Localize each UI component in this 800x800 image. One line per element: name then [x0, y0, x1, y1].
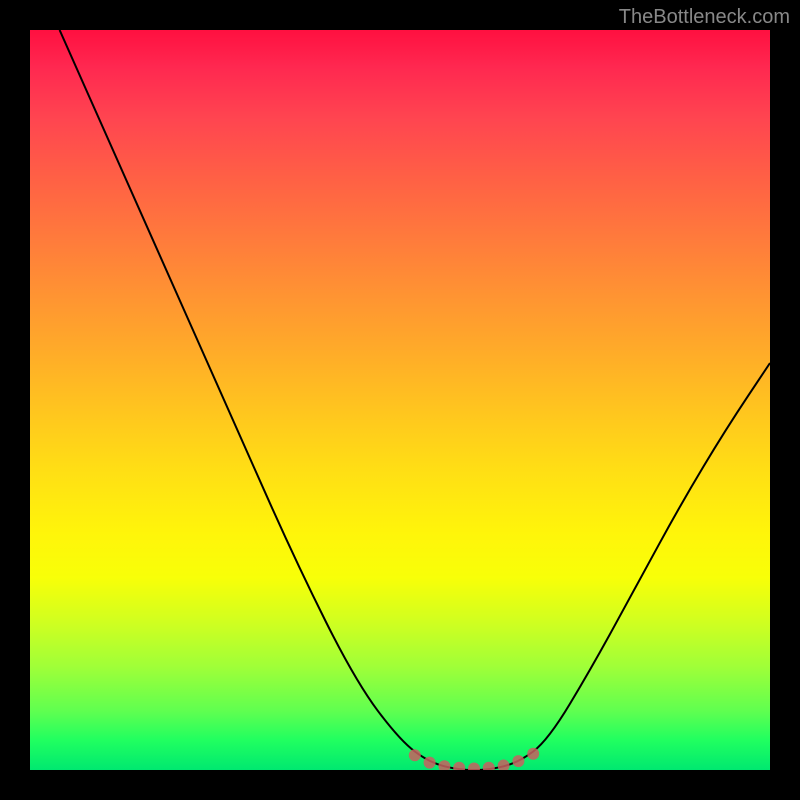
optimal-dot: [512, 755, 524, 767]
chart-area: [30, 30, 770, 770]
optimal-dot: [453, 762, 465, 770]
optimal-dot: [527, 748, 539, 760]
optimal-zone-dots: [409, 748, 539, 770]
chart-svg: [30, 30, 770, 770]
optimal-dot: [438, 760, 450, 770]
watermark-text: TheBottleneck.com: [619, 6, 790, 29]
optimal-dot: [483, 762, 495, 770]
optimal-dot: [409, 749, 421, 761]
bottleneck-curve: [60, 30, 770, 770]
optimal-dot: [424, 757, 436, 769]
optimal-dot: [498, 760, 510, 770]
optimal-dot: [468, 763, 480, 770]
